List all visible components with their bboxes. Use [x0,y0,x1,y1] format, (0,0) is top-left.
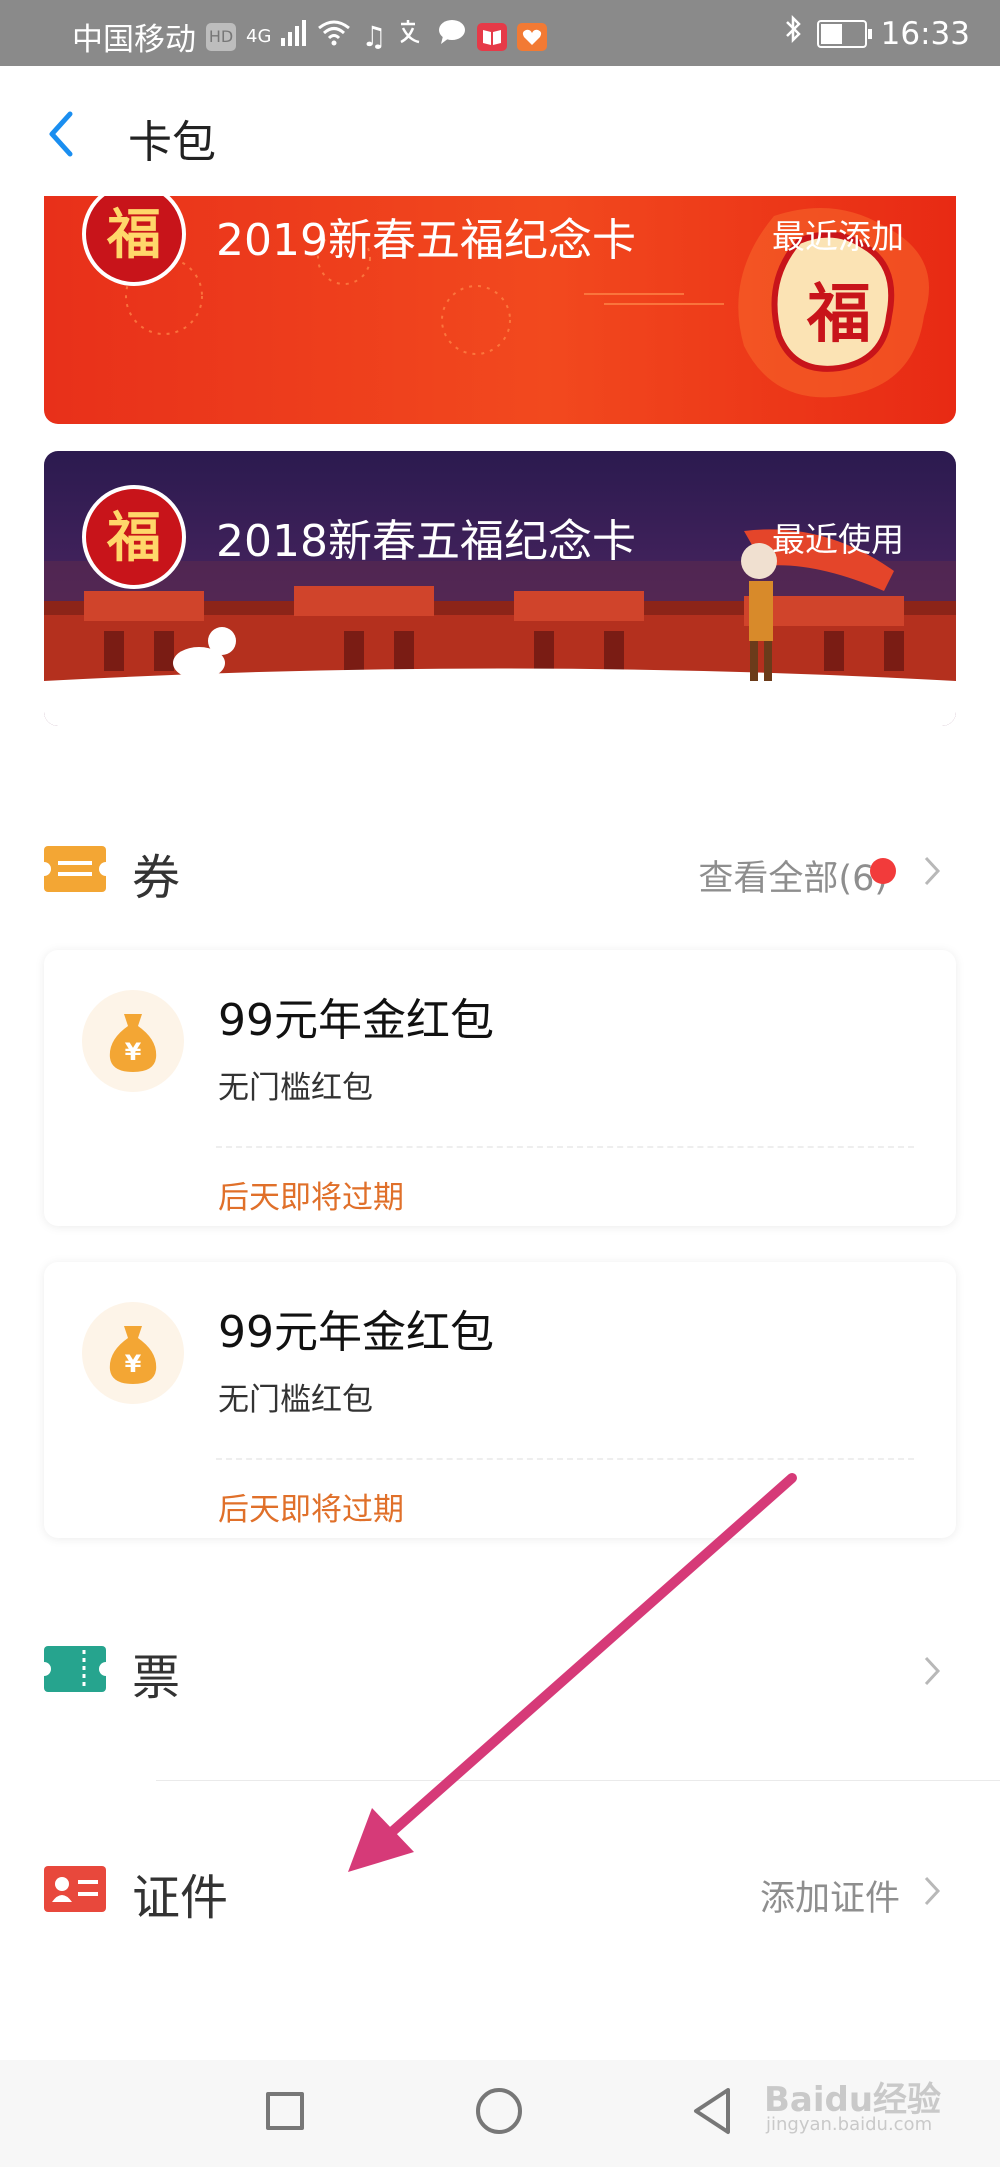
coupon-expiry: 后天即将过期 [218,1180,404,1216]
chevron-right-icon [924,1876,941,1906]
health-app-icon [516,22,547,51]
money-bag-icon: ¥ [82,1302,184,1404]
card-title: 2018新春五福纪念卡 [216,516,636,567]
svg-text:¥: ¥ [125,1038,142,1066]
network-type-label: 4G [246,25,272,47]
battery-icon [816,19,872,48]
header-bar: 卡包 [0,66,1000,196]
status-bar: 中国移动 HD 4G ♫ 16:33 [0,0,1000,66]
coupon-card[interactable]: ¥ 99元年金红包 无门槛红包 后天即将过期 [44,1262,956,1538]
music-icon: ♫ [361,19,387,53]
card-2019[interactable]: 福 福 2019新春五福纪念卡 最近添加 [44,196,956,424]
book-app-icon [476,22,507,51]
back-arrow-icon [49,111,73,157]
card-tag: 最近添加 [772,217,904,256]
card-2018-decoration [44,529,956,726]
page-title: 卡包 [128,117,216,168]
coupons-section-header[interactable]: 券 查看全部(6) [0,830,1000,910]
message-icon [437,18,467,55]
carrier-label: 中国移动 [72,22,196,58]
coupon-subtitle: 无门槛红包 [218,1070,373,1106]
fu-badge-icon: 福 [82,485,186,589]
bluetooth-icon [783,14,803,53]
chevron-right-icon [924,856,941,886]
ticket-icon [37,1646,113,1692]
coupon-title: 99元年金红包 [218,1307,494,1358]
card-tag: 最近使用 [772,520,904,559]
add-id-link[interactable]: 添加证件 [760,1870,900,1921]
svg-text:福: 福 [806,277,871,352]
section-divider [156,1780,1000,1781]
ids-section-row[interactable]: 证件 添加证件 [0,1850,1000,1930]
id-card-icon [44,1866,106,1912]
card-2018[interactable]: 福 2018新春五福纪念卡 最近使用 [44,451,956,726]
view-all-link[interactable]: 查看全部(6) [698,850,888,901]
baidu-watermark: Baidu经验 jingyan.baidu.com [764,2072,941,2135]
watermark-url: jingyan.baidu.com [766,2114,933,2135]
coupons-title: 券 [132,850,181,906]
ids-title: 证件 [132,1870,229,1926]
coupon-divider [216,1458,914,1460]
new-indicator-dot [870,858,896,884]
tickets-section-row[interactable]: 票 [0,1630,1000,1710]
coupon-divider [216,1146,914,1148]
status-time: 16:33 [880,15,970,52]
coupon-expiry: 后天即将过期 [218,1492,404,1528]
signal-icon [281,18,307,55]
translate-icon [397,18,427,55]
hd-icon: HD [206,22,236,51]
coupon-icon [37,846,113,892]
recent-apps-button[interactable] [266,2092,304,2130]
back-button[interactable] [42,106,82,162]
coupon-subtitle: 无门槛红包 [218,1382,373,1418]
wifi-icon [317,18,351,55]
svg-text:¥: ¥ [125,1350,142,1378]
home-button[interactable] [476,2088,522,2134]
money-bag-icon: ¥ [82,990,184,1092]
chevron-right-icon [924,1656,941,1686]
back-nav-button[interactable] [690,2086,734,2136]
tickets-title: 票 [132,1650,181,1706]
coupon-card[interactable]: ¥ 99元年金红包 无门槛红包 后天即将过期 [44,950,956,1226]
coupon-title: 99元年金红包 [218,995,494,1046]
card-title: 2019新春五福纪念卡 [216,215,636,266]
